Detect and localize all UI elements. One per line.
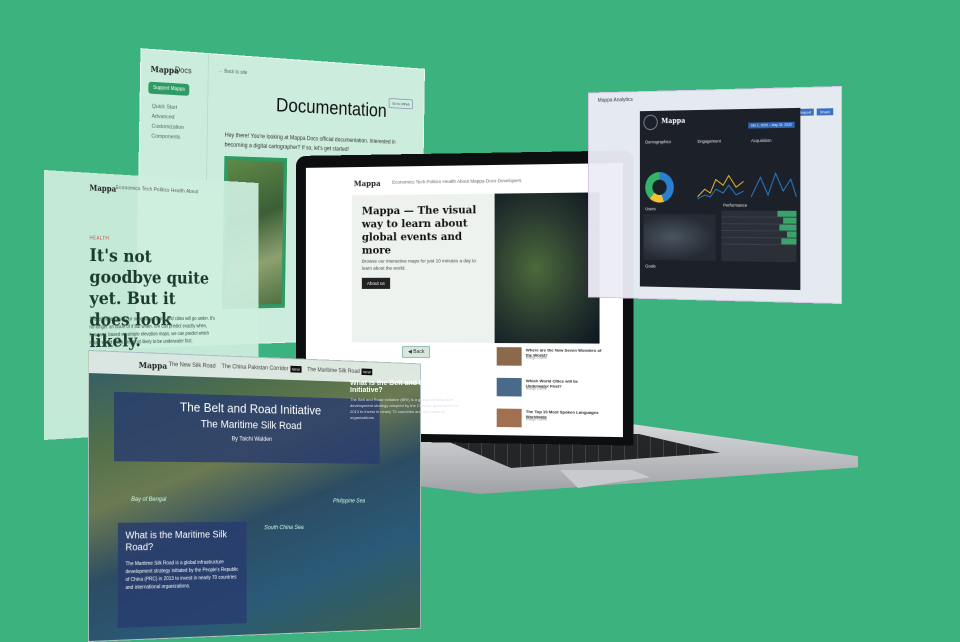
hero-title: Mappa — The visual way to learn about gl…	[362, 204, 495, 258]
article-brand[interactable]: Mappa	[89, 183, 116, 194]
list-item[interactable]: Which World Cities will be Underwater Fi…	[497, 378, 602, 406]
analytics-title: Mappa Analytics	[598, 97, 633, 104]
analytics-panel: Mappa Analytics Import Share Mappa Jan 1…	[588, 86, 842, 304]
table-row	[721, 238, 796, 246]
silk-info-card: What is the Maritime Silk Road? The Mari…	[118, 522, 247, 628]
docs-intro: Hey there! You're looking at Mappa Docs …	[224, 131, 399, 157]
nav-china-pakistan-corridor[interactable]: The China Pakistan Corridor	[222, 364, 289, 372]
nav-maritime-silk-road[interactable]: The Maritime Silk Road	[307, 367, 360, 375]
hero-subtitle: Browse our interactive maps for just 10 …	[362, 257, 484, 272]
map-label: Philippine Sea	[333, 499, 365, 505]
analytics-actions: Import Share	[795, 109, 833, 115]
map-label: South China Sea	[264, 525, 303, 531]
story-list: Where are the New Seven Wonders of the W…	[497, 347, 602, 437]
date-range-picker[interactable]: Jan 1, 2020 – May 30, 2020	[748, 122, 795, 129]
docs-nav-link[interactable]: Docs	[175, 65, 192, 75]
list-item[interactable]: Where are the New Seven Wonders of the W…	[497, 347, 602, 375]
performance-label: Performance	[723, 203, 747, 208]
goals-label: Goals	[645, 264, 655, 269]
list-item[interactable]: The Top 10 Most Spoken Languages Worldwi…	[497, 409, 602, 437]
analytics-dashboard: Mappa Jan 1, 2020 – May 30, 2020 Demogra…	[640, 108, 800, 290]
demographics-label: Demographics	[645, 139, 671, 144]
fragment-body: The Belt and Road Initiative (BRI) is a …	[350, 397, 460, 421]
silk-brand[interactable]: Mappa	[139, 360, 167, 371]
silk-nav: The New Silk Road The China Pakistan Cor…	[169, 362, 373, 375]
about-us-button[interactable]: About us	[362, 278, 390, 289]
dashboard-brand: Mappa	[661, 116, 685, 125]
silk-title-box: The Belt and Road Initiative The Maritim…	[114, 392, 380, 464]
engagement-chart	[697, 168, 743, 203]
page-title: Documentation	[276, 95, 387, 122]
section-label: HEALTH	[89, 235, 109, 241]
sidebar-item-components[interactable]: Components	[151, 132, 207, 144]
site-nav[interactable]: Economics Tech Politics Health About Map…	[392, 178, 521, 185]
performance-table	[721, 211, 796, 263]
new-badge: NEW	[290, 366, 301, 373]
logo-icon	[643, 115, 657, 131]
thumbnail	[497, 347, 522, 366]
share-button[interactable]: Share	[817, 108, 833, 115]
list-item-meta: Margo Dafoe	[526, 356, 547, 360]
github-button[interactable]: Go to Github	[389, 98, 413, 109]
site-brand[interactable]: Mappa	[354, 179, 381, 188]
silk-byline: By Taichi Walden	[114, 434, 380, 444]
back-button[interactable]: ◀ Back	[402, 346, 430, 358]
sidebar-item-advanced[interactable]: Advanced Customization	[151, 112, 207, 134]
new-badge: NEW	[361, 368, 372, 375]
support-button[interactable]: Support Mappa	[148, 82, 189, 96]
map-label: Bay of Bengal	[131, 497, 166, 503]
list-item-meta: Margo Dafoe	[526, 417, 547, 421]
info-heading: What is the Maritime Silk Road?	[125, 530, 239, 555]
back-to-site-link[interactable]: ← Back to site	[219, 68, 248, 76]
acquisition-label: Acquisition	[751, 138, 771, 143]
article-nav[interactable]: Economics Tech Politics Health About	[116, 185, 199, 195]
docs-sidebar-list: Quick Start Advanced Customization Compo…	[151, 102, 207, 144]
thumbnail	[497, 378, 522, 397]
thumbnail	[497, 409, 522, 428]
list-item-meta: Margo Dafoe	[526, 386, 547, 390]
acquisition-chart	[751, 167, 796, 203]
belt-road-fragment: What is the Belt and Road Initiative? Th…	[350, 380, 460, 430]
users-map	[643, 214, 715, 261]
globe-image	[495, 192, 600, 343]
engagement-label: Engagement	[697, 139, 720, 144]
article-body: There's little doubt our oceans are risi…	[89, 315, 215, 347]
users-label: Users	[645, 206, 655, 211]
nav-new-silk-road[interactable]: The New Silk Road	[169, 362, 216, 370]
demographics-donut-chart	[645, 172, 674, 203]
silk-subtitle: The Maritime Silk Road	[114, 417, 380, 434]
info-body: The Maritime Silk Road is a global infra…	[125, 558, 239, 592]
fragment-headline: What is the Belt and Road Initiative?	[350, 380, 460, 394]
silk-title: The Belt and Road Initiative	[114, 398, 380, 419]
